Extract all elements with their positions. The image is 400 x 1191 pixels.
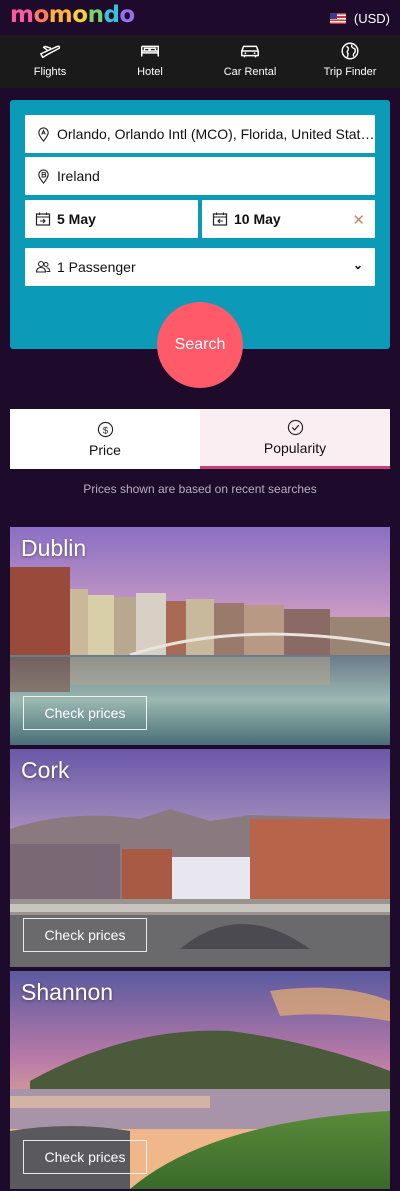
logo-letter: o [72,2,88,28]
calendar-depart-icon [35,211,51,227]
check-prices-button[interactable]: Check prices [23,1140,147,1174]
logo-letter: n [87,2,104,28]
nav-label: Trip Finder [323,66,377,78]
tab-popularity-label: Popularity [263,440,327,456]
car-icon [241,45,259,58]
destination-card-cork[interactable]: Cork Check prices [10,749,390,967]
bed-icon [141,45,159,57]
depart-date-value: 5 May [57,211,96,227]
nav-trip-finder[interactable]: Trip Finder [300,35,400,88]
origin-value: Orlando, Orlando Intl (MCO), Florida, Un… [57,126,375,142]
nav-label: Flights [33,66,67,78]
passenger-selector[interactable]: 1 Passenger ⌄ [25,248,375,286]
check-prices-button[interactable]: Check prices [23,918,147,952]
prices-note: Prices shown are based on recent searche… [83,482,317,496]
logo-letter: o [33,2,49,28]
destination-pin-icon [35,168,51,184]
logo-letter: m [10,2,34,28]
nav-label: Hotel [137,66,163,78]
sort-tabs: $ Price Popularity [10,409,390,469]
tab-popularity[interactable]: Popularity [200,409,390,469]
destination-field[interactable]: Ireland [25,157,375,195]
return-date-value: 10 May [234,211,281,227]
logo-letter: o [119,2,135,28]
us-flag-icon [329,13,346,24]
tab-price[interactable]: $ Price [10,409,200,469]
logo-letter: d [103,2,120,28]
dollar-icon: $ [97,421,113,437]
origin-field[interactable]: Orlando, Orlando Intl (MCO), Florida, Un… [25,115,375,153]
return-date-field[interactable]: 10 May ✕ [202,200,375,238]
top-bar: momondo (USD) [0,0,400,35]
momondo-logo[interactable]: momondo [10,2,135,28]
search-button[interactable]: Search [157,302,243,388]
calendar-return-icon [212,211,228,227]
depart-date-field[interactable]: 5 May [25,200,198,238]
destination-card-shannon[interactable]: Shannon Check prices [10,971,390,1189]
plane-icon [40,45,61,59]
currency-selector[interactable]: (USD) [329,11,390,26]
check-circle-icon [287,419,303,436]
destination-city-name: Cork [21,757,70,783]
nav-flights[interactable]: Flights [0,35,100,88]
nav-label: Car Rental [223,66,277,78]
main-nav: Flights Hotel Car Rental Trip Finder [0,35,400,88]
destination-value: Ireland [57,168,100,184]
globe-icon [341,42,359,60]
chevron-down-icon: ⌄ [352,258,363,272]
tab-price-label: Price [89,441,121,458]
nav-hotel[interactable]: Hotel [100,35,200,88]
currency-label: (USD) [353,11,390,26]
svg-text:$: $ [102,425,108,436]
destination-city-name: Dublin [21,535,87,561]
destination-card-dublin[interactable]: Dublin Check prices [10,527,390,745]
nav-car-rental[interactable]: Car Rental [200,35,300,88]
clear-return-icon[interactable]: ✕ [352,211,365,229]
check-prices-button[interactable]: Check prices [23,696,147,730]
passengers-icon [35,259,51,275]
logo-letter: m [48,2,73,28]
origin-pin-icon [35,126,51,142]
destination-city-name: Shannon [21,979,114,1005]
passengers-value: 1 Passenger [57,259,136,275]
